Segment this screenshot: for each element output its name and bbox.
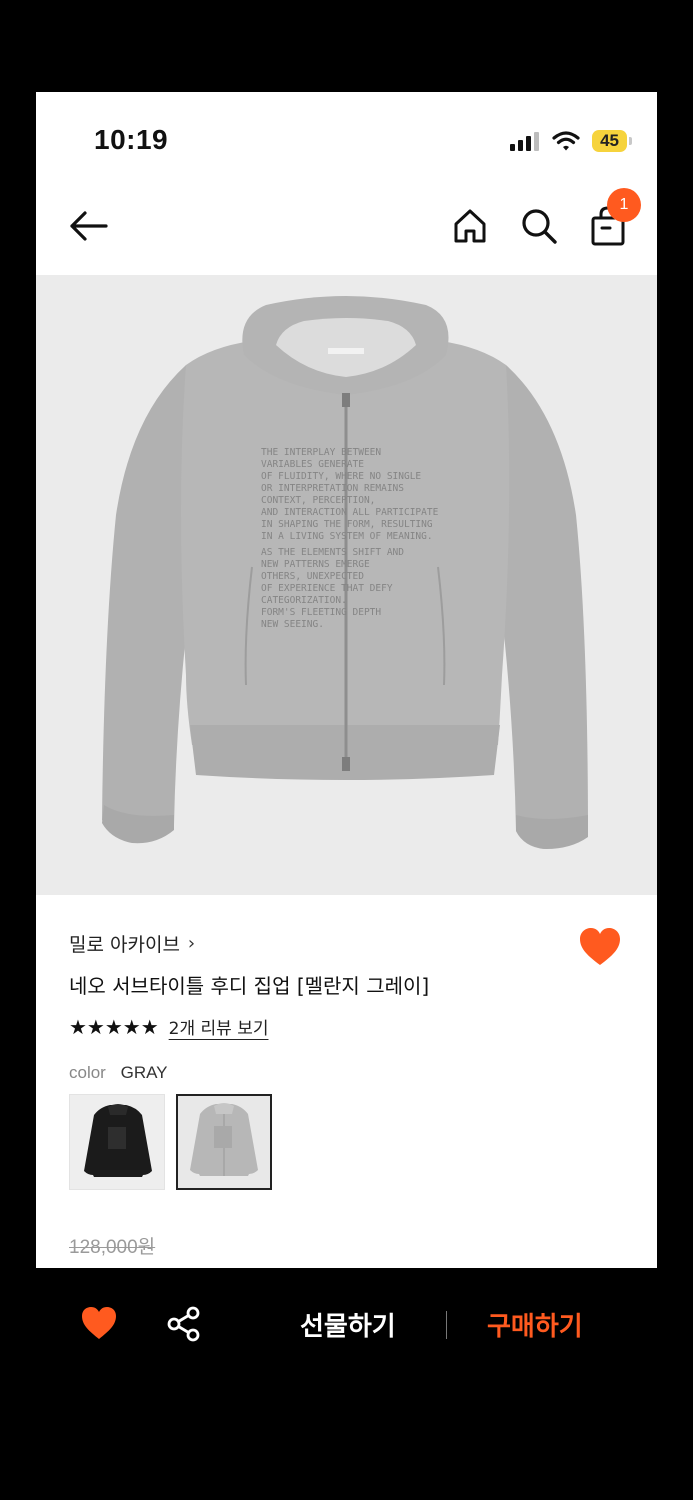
hoodie-print-line: FORM'S FLEETING DEPTH <box>261 607 381 618</box>
bottom-bar-divider <box>446 1311 447 1339</box>
buy-button[interactable]: 구매하기 <box>487 1306 583 1343</box>
status-icons: 45 <box>510 130 632 152</box>
battery-indicator: 45 <box>592 130 632 152</box>
hoodie-print-line: OR INTERPRETATION REMAINS <box>261 483 404 494</box>
original-price: 128,000원 <box>69 1237 156 1258</box>
app-screen: 10:19 45 1 THE INTERPLAY BETWEEN VARIABL… <box>36 92 657 1268</box>
color-label: color <box>69 1063 106 1082</box>
black-hoodie-thumbnail <box>84 1104 152 1177</box>
chevron-right-icon: › <box>187 933 196 954</box>
cart-count-badge: 1 <box>607 188 641 222</box>
product-title: 네오 서브타이틀 후디 집업 [멜란지 그레이] <box>69 974 430 998</box>
hoodie-print-line: VARIABLES GENERATE <box>261 459 364 470</box>
battery-cap <box>629 137 632 145</box>
bottom-wishlist-heart-icon[interactable] <box>80 1305 118 1341</box>
gift-button[interactable]: 선물하기 <box>300 1306 396 1343</box>
selected-color-value: GRAY <box>120 1063 168 1082</box>
hoodie-print-line: IN A LIVING SYSTEM OF MEANING. <box>261 531 433 542</box>
wifi-icon <box>552 131 580 151</box>
hoodie-print-line: OF EXPERIENCE THAT DEFY <box>261 583 393 594</box>
hoodie-print-line: AND INTERACTION ALL PARTICIPATE <box>261 507 439 518</box>
brand-link[interactable]: 밀로 아카이브 › <box>69 930 195 957</box>
hoodie-print-line: CONTEXT, PERCEPTION, <box>261 495 375 506</box>
hoodie-print-line: THE INTERPLAY BETWEEN <box>261 447 381 458</box>
brand-name: 밀로 아카이브 <box>69 934 180 956</box>
wishlist-heart-icon[interactable] <box>578 926 622 968</box>
search-icon[interactable] <box>519 206 559 246</box>
review-link[interactable]: 2개 리뷰 보기 <box>169 1014 269 1039</box>
hoodie-print-line: CATEGORIZATION. <box>261 595 347 606</box>
back-arrow-icon[interactable] <box>66 204 112 248</box>
rating-stars: ★★★★★ <box>69 1014 159 1039</box>
rating-row: ★★★★★ 2개 리뷰 보기 <box>69 1014 269 1040</box>
hoodie-print-line: OTHERS, UNEXPECTED <box>261 571 364 582</box>
hoodie-print-line: OF FLUIDITY, WHERE NO SINGLE <box>261 471 421 482</box>
gray-hoodie-thumbnail <box>190 1103 258 1176</box>
battery-level: 45 <box>600 131 619 150</box>
hoodie-illustration: THE INTERPLAY BETWEEN VARIABLES GENERATE O… <box>102 296 588 849</box>
color-option-row: color GRAY <box>69 1063 168 1083</box>
cellular-signal-icon <box>510 132 540 151</box>
product-image[interactable]: THE INTERPLAY BETWEEN VARIABLES GENERATE O… <box>36 275 657 895</box>
hoodie-print-line: NEW PATTERNS EMERGE <box>261 559 370 570</box>
share-icon[interactable] <box>166 1306 202 1342</box>
color-swatch-black[interactable] <box>69 1094 165 1190</box>
hoodie-print-line: AS THE ELEMENTS SHIFT AND <box>261 547 404 558</box>
status-time: 10:19 <box>94 124 169 155</box>
hoodie-print-line: NEW SEEING. <box>261 619 324 630</box>
hoodie-print-line: IN SHAPING THE FORM, RESULTING <box>261 519 433 530</box>
color-swatch-gray[interactable] <box>176 1094 272 1190</box>
home-icon[interactable] <box>450 206 490 246</box>
